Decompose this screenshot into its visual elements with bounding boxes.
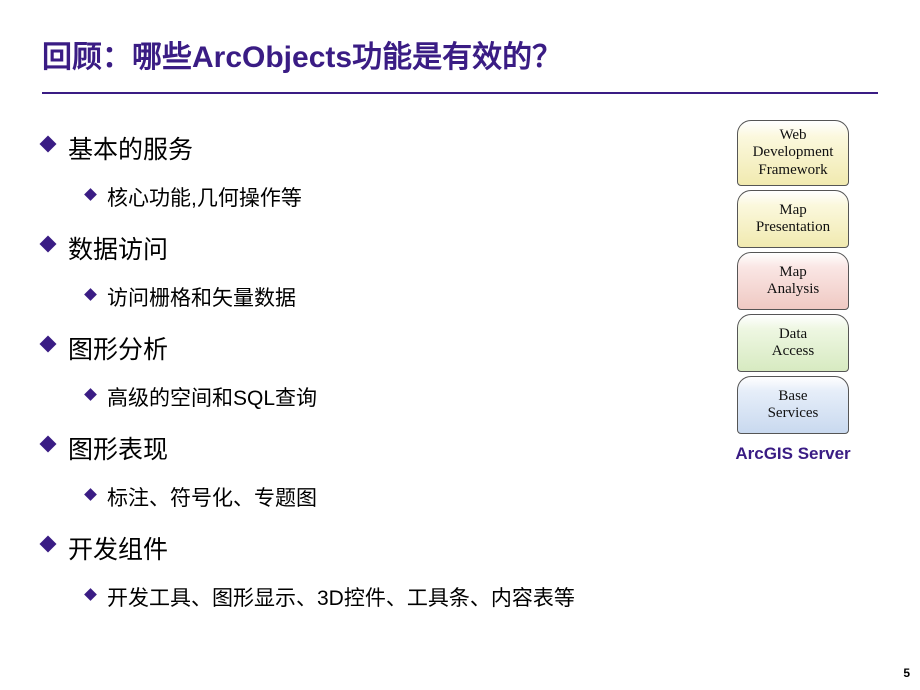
- bullet-text: 核心功能,几何操作等: [107, 182, 302, 212]
- bullet-lvl1: 数据访问: [42, 230, 688, 266]
- stack-caption: ArcGIS Server: [735, 444, 850, 464]
- page-number: 5: [903, 666, 910, 680]
- bullet-list: 基本的服务 核心功能,几何操作等 数据访问 访问栅格和矢量数据 图形分析 高级的…: [42, 112, 708, 612]
- bullet-lvl1: 图形表现: [42, 430, 688, 466]
- stack-box-label: MapAnalysis: [767, 264, 820, 299]
- bullet-text: 开发工具、图形显示、3D控件、工具条、内容表等: [107, 582, 575, 612]
- stack-box-data-access: DataAccess: [737, 314, 849, 372]
- bullet-lvl2: 访问栅格和矢量数据: [86, 282, 688, 312]
- diamond-bullet-icon: [40, 236, 57, 253]
- stack-box-map-presentation: MapPresentation: [737, 190, 849, 248]
- diamond-bullet-icon: [84, 388, 97, 401]
- content-row: 基本的服务 核心功能,几何操作等 数据访问 访问栅格和矢量数据 图形分析 高级的…: [42, 112, 878, 612]
- title-underline: [42, 92, 878, 94]
- bullet-text: 访问栅格和矢量数据: [107, 282, 296, 312]
- bullet-text: 高级的空间和SQL查询: [107, 382, 317, 412]
- stack-box-label: BaseServices: [768, 388, 819, 423]
- bullet-lvl1: 图形分析: [42, 330, 688, 366]
- diamond-bullet-icon: [40, 136, 57, 153]
- diamond-bullet-icon: [40, 436, 57, 453]
- diamond-bullet-icon: [40, 336, 57, 353]
- bullet-lvl1: 开发组件: [42, 530, 688, 566]
- diamond-bullet-icon: [84, 488, 97, 501]
- stack-box-label: MapPresentation: [756, 202, 830, 237]
- bullet-text: 数据访问: [68, 230, 168, 266]
- bullet-text: 标注、符号化、专题图: [107, 482, 317, 512]
- diamond-bullet-icon: [84, 188, 97, 201]
- bullet-text: 图形表现: [68, 430, 168, 466]
- bullet-lvl1: 基本的服务: [42, 130, 688, 166]
- bullet-lvl2: 高级的空间和SQL查询: [86, 382, 688, 412]
- stack-box-label: WebDevelopmentFramework: [753, 127, 834, 179]
- diamond-bullet-icon: [84, 588, 97, 601]
- stack-box-label: DataAccess: [772, 326, 814, 361]
- bullet-text: 图形分析: [68, 330, 168, 366]
- stack-box-map-analysis: MapAnalysis: [737, 252, 849, 310]
- bullet-lvl2: 标注、符号化、专题图: [86, 482, 688, 512]
- bullet-lvl2: 核心功能,几何操作等: [86, 182, 688, 212]
- bullet-text: 基本的服务: [68, 130, 193, 166]
- bullet-text: 开发组件: [68, 530, 168, 566]
- slide-title: 回顾：哪些ArcObjects功能是有效的？: [42, 40, 878, 86]
- stack-box-base-services: BaseServices: [737, 376, 849, 434]
- stack-box-web-dev-framework: WebDevelopmentFramework: [737, 120, 849, 186]
- slide: 回顾：哪些ArcObjects功能是有效的？ 基本的服务 核心功能,几何操作等 …: [0, 0, 920, 690]
- architecture-stack: WebDevelopmentFramework MapPresentation …: [708, 112, 878, 612]
- diamond-bullet-icon: [84, 288, 97, 301]
- diamond-bullet-icon: [40, 536, 57, 553]
- bullet-lvl2: 开发工具、图形显示、3D控件、工具条、内容表等: [86, 582, 688, 612]
